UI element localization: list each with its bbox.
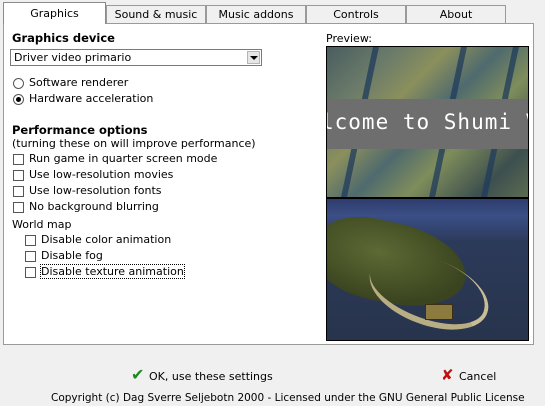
world-map-heading: World map [12,218,72,231]
preview-scene-top: lcome to Shumi V [327,47,528,197]
ok-button[interactable]: ✔ OK, use these settings [131,365,273,385]
preview-image: lcome to Shumi V [326,46,529,341]
preview-label: Preview: [326,32,372,45]
quarter-screen-checkbox[interactable] [13,154,24,165]
chevron-down-icon[interactable] [247,51,260,64]
ok-button-label: OK, use these settings [149,370,273,383]
cancel-button[interactable]: ✘ Cancel [441,365,496,385]
color-animation-checkbox[interactable] [25,235,36,246]
performance-options-subtitle: (turning these on will improve performan… [12,137,256,150]
checkmark-icon: ✔ [131,365,145,384]
software-renderer-radio[interactable] [13,78,24,89]
hardware-acceleration-radio[interactable] [13,94,24,105]
preview-banner-text: lcome to Shumi V [326,110,529,134]
no-blurring-checkbox[interactable] [13,202,24,213]
footer-copyright: Copyright (c) Dag Sverre Seljebotn 2000 … [51,392,525,404]
tab-controls[interactable]: Controls [306,5,406,23]
preview-vehicle [425,304,453,320]
no-blurring-label[interactable]: No background blurring [29,200,159,213]
tab-sound-music[interactable]: Sound & music [106,5,206,23]
graphics-device-value: Driver video primario [14,51,132,64]
tab-graphics[interactable]: Graphics [3,2,106,24]
hardware-acceleration-label[interactable]: Hardware acceleration [29,92,153,105]
color-animation-label[interactable]: Disable color animation [41,233,171,246]
preview-scene-bottom [327,199,528,340]
low-res-movies-label[interactable]: Use low-resolution movies [29,168,173,181]
low-res-fonts-label[interactable]: Use low-resolution fonts [29,184,162,197]
tab-bar: Graphics Sound & music Music addons Cont… [0,0,545,24]
cancel-button-label: Cancel [459,370,497,383]
close-icon: ✘ [441,366,454,384]
fog-checkbox[interactable] [25,251,36,262]
tab-music-addons[interactable]: Music addons [206,5,306,23]
graphics-device-select[interactable]: Driver video primario [10,49,262,66]
texture-animation-label[interactable]: Disable texture animation [40,264,185,279]
quarter-screen-label[interactable]: Run game in quarter screen mode [29,152,217,165]
performance-options-heading: Performance options [12,123,148,137]
graphics-device-heading: Graphics device [12,31,115,45]
software-renderer-label[interactable]: Software renderer [29,76,128,89]
fog-label[interactable]: Disable fog [41,249,103,262]
tab-about[interactable]: About [406,5,506,23]
low-res-fonts-checkbox[interactable] [13,186,24,197]
preview-banner: lcome to Shumi V [327,99,528,149]
texture-animation-checkbox[interactable] [25,267,36,278]
low-res-movies-checkbox[interactable] [13,170,24,181]
